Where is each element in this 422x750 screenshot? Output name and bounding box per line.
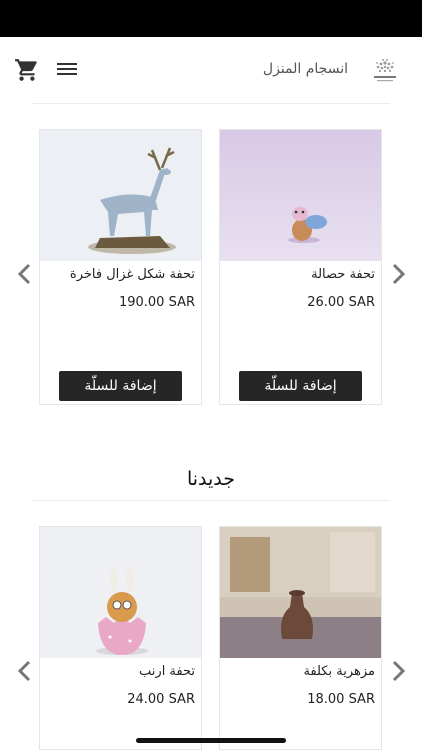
- product-image[interactable]: [220, 130, 381, 261]
- app-header: انسجام المنزل: [0, 37, 422, 103]
- brand-logo[interactable]: [368, 52, 402, 86]
- product-price: 24.00 SAR: [127, 692, 195, 707]
- product-name[interactable]: تحفة حصالة: [311, 267, 375, 282]
- menu-icon: [57, 63, 79, 75]
- product-name[interactable]: تحفة شكل غزال فاخرة: [70, 267, 195, 282]
- add-to-cart-button[interactable]: إضافة للسلّة: [239, 371, 362, 401]
- product-image[interactable]: [40, 130, 201, 261]
- home-indicator[interactable]: [136, 738, 286, 743]
- carousel-prev-button[interactable]: [14, 659, 36, 683]
- brand-name[interactable]: انسجام المنزل: [263, 61, 348, 77]
- product-name[interactable]: مزهرية بكلفة: [303, 664, 375, 679]
- product-card[interactable]: تحفة حصالة 26.00 SAR إضافة للسلّة: [219, 129, 382, 405]
- product-price: 26.00 SAR: [307, 295, 375, 310]
- product-card[interactable]: مزهرية بكلفة 18.00 SAR: [219, 526, 382, 750]
- product-price: 190.00 SAR: [118, 295, 195, 310]
- carousel-next-button[interactable]: [387, 659, 409, 683]
- section-title-new: جديدنا: [186, 468, 236, 490]
- carousel-next-button[interactable]: [387, 262, 409, 286]
- product-card[interactable]: تحفة ارنب 24.00 SAR: [39, 526, 202, 750]
- add-to-cart-button[interactable]: إضافة للسلّة: [59, 371, 182, 401]
- chevron-right-icon: [392, 263, 406, 285]
- brand-logo-icon: [374, 59, 396, 82]
- chevron-right-icon: [392, 660, 406, 682]
- chevron-left-icon: [17, 660, 31, 682]
- product-image[interactable]: [220, 527, 381, 658]
- product-name[interactable]: تحفة ارنب: [139, 664, 195, 679]
- cart-button[interactable]: [14, 57, 40, 83]
- carousel-prev-button[interactable]: [14, 262, 36, 286]
- header-divider: [32, 103, 390, 104]
- chevron-left-icon: [17, 263, 31, 285]
- product-card[interactable]: تحفة شكل غزال فاخرة 190.00 SAR إضافة للس…: [39, 129, 202, 405]
- cart-icon: [15, 59, 37, 81]
- product-price: 18.00 SAR: [307, 692, 375, 707]
- menu-button[interactable]: [57, 60, 79, 80]
- section-divider: [32, 500, 390, 501]
- product-image[interactable]: [40, 527, 201, 658]
- status-bar: [0, 0, 422, 37]
